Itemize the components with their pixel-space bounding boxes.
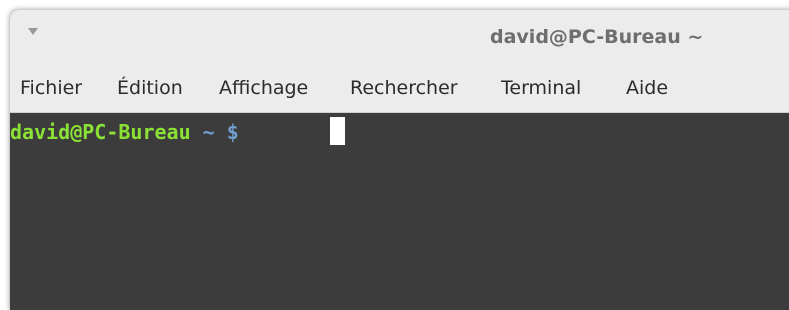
terminal-window: david@PC-Bureau ~ Fichier Édition Affich…: [10, 10, 789, 310]
menu-bar: Fichier Édition Affichage Rechercher Ter…: [10, 67, 789, 113]
menu-rechercher[interactable]: Rechercher: [350, 77, 458, 99]
prompt-path: ~ $: [202, 120, 239, 144]
menu-aide[interactable]: Aide: [626, 77, 668, 99]
prompt-user-host: david@PC-Bureau: [10, 120, 191, 144]
menu-terminal[interactable]: Terminal: [501, 77, 581, 99]
menu-edition[interactable]: Édition: [117, 77, 183, 99]
menu-affichage[interactable]: Affichage: [219, 77, 308, 99]
text-cursor: [330, 117, 345, 145]
terminal-area[interactable]: david@PC-Bureau ~ $: [10, 113, 789, 310]
menu-fichier[interactable]: Fichier: [20, 77, 82, 99]
title-bar[interactable]: david@PC-Bureau ~: [10, 10, 789, 67]
window-menu-arrow-icon[interactable]: [28, 28, 38, 35]
prompt-line: david@PC-Bureau ~ $: [10, 119, 239, 145]
window-title: david@PC-Bureau ~: [490, 26, 704, 48]
